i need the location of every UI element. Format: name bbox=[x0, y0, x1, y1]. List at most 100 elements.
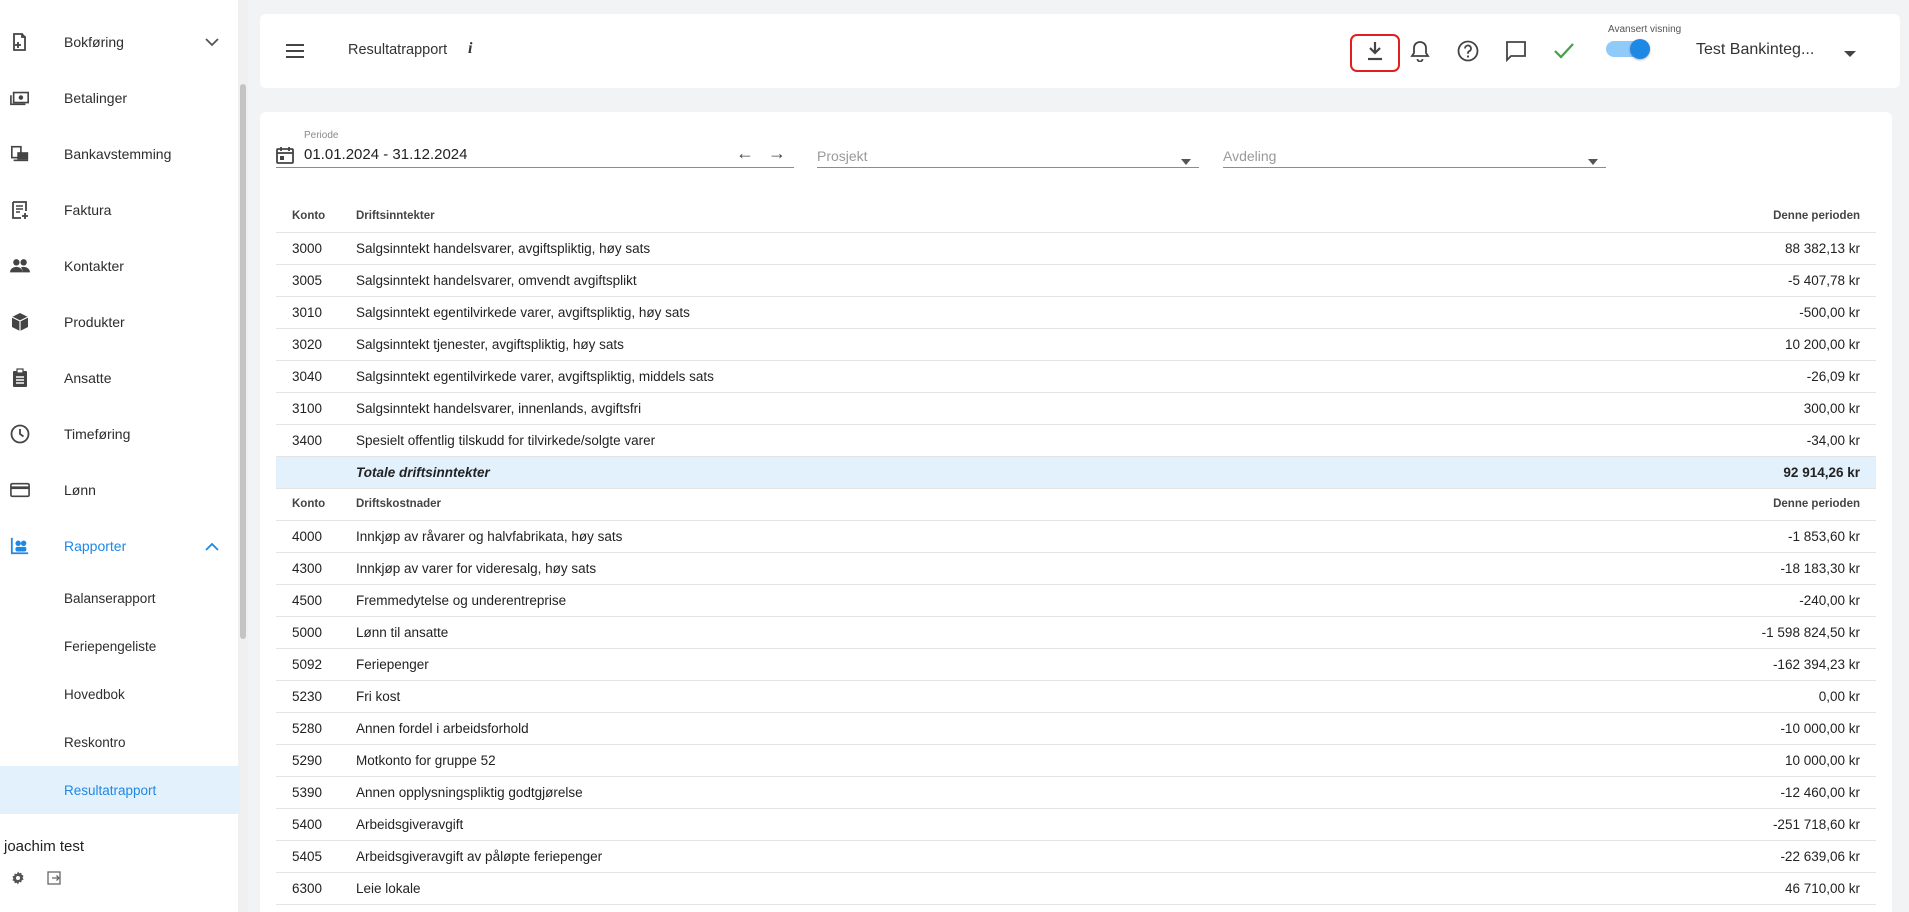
advanced-view-label: Avansert visning bbox=[1608, 24, 1682, 35]
table-row[interactable]: 6300 Leie lokale 46 710,00 kr bbox=[276, 872, 1876, 905]
reports-icon bbox=[10, 536, 30, 556]
sidebar-item-bokforing[interactable]: Bokføring bbox=[0, 14, 240, 70]
table-row[interactable]: 3005 Salgsinntekt handelsvarer, omvendt a… bbox=[276, 264, 1876, 297]
chat-icon[interactable] bbox=[1501, 36, 1531, 66]
account-name: Motkonto for gruppe 52 bbox=[356, 744, 1576, 777]
account-name: Innkjøp av varer for videresalg, høy sat… bbox=[356, 552, 1576, 585]
table-row[interactable]: 5390 Annen opplysningspliktig godtgjørels… bbox=[276, 776, 1876, 809]
account-amount: -22 639,06 kr bbox=[1576, 840, 1876, 873]
sidebar-item-label: Kontakter bbox=[64, 258, 124, 274]
table-row[interactable]: 4500 Fremmedytelse og underentreprise -240… bbox=[276, 584, 1876, 617]
bookkeeping-icon bbox=[10, 32, 30, 52]
department-select[interactable]: Avdeling bbox=[1223, 130, 1606, 168]
sidebar-scrollbar[interactable] bbox=[240, 84, 246, 639]
table-row[interactable]: 5092 Feriepenger -162 394,23 kr bbox=[276, 648, 1876, 681]
account-name: Salgsinntekt handelsvarer, innenlands, a… bbox=[356, 392, 1576, 425]
period-value[interactable]: 01.01.2024 - 31.12.2024 bbox=[304, 146, 467, 163]
account-amount: -251 718,60 kr bbox=[1576, 808, 1876, 841]
sidebar-item-lonn[interactable]: Lønn bbox=[0, 462, 240, 518]
payments-icon bbox=[10, 88, 30, 108]
help-icon[interactable] bbox=[1453, 36, 1483, 66]
sidebar-item-timeforing[interactable]: Timeføring bbox=[0, 406, 240, 462]
sidebar-subitem-resultatrapport[interactable]: Resultatrapport bbox=[0, 766, 240, 814]
table-row[interactable]: 5290 Motkonto for gruppe 52 10 000,00 kr bbox=[276, 744, 1876, 777]
table-row[interactable]: 3040 Salgsinntekt egentilvirkede varer, a… bbox=[276, 360, 1876, 393]
account-name: Spesielt offentlig tilskudd for tilvirke… bbox=[356, 424, 1576, 457]
table-row[interactable]: 5230 Fri kost 0,00 kr bbox=[276, 680, 1876, 713]
table-row[interactable]: 3020 Salgsinntekt tjenester, avgiftsplikt… bbox=[276, 328, 1876, 361]
sidebar: Bokføring Betalinger Bankavstemming Fakt… bbox=[0, 0, 248, 912]
account-name: Leie lokale bbox=[356, 872, 1576, 905]
table-row[interactable]: 5280 Annen fordel i arbeidsforhold -10 000… bbox=[276, 712, 1876, 745]
account-amount: -500,00 kr bbox=[1576, 296, 1876, 329]
chevron-up-icon bbox=[204, 538, 220, 554]
table-row[interactable]: 3100 Salgsinntekt handelsvarer, innenland… bbox=[276, 392, 1876, 425]
account-amount: -26,09 kr bbox=[1576, 360, 1876, 393]
sidebar-subitem-balanserapport[interactable]: Balanserapport bbox=[0, 574, 240, 622]
arrow-left-icon[interactable]: ← bbox=[736, 143, 754, 164]
sidebar-item-label: Betalinger bbox=[64, 90, 128, 106]
sidebar-item-label: Produkter bbox=[64, 314, 125, 330]
checkmark-icon[interactable] bbox=[1549, 36, 1579, 66]
company-selector[interactable]: Test Bankinteg... bbox=[1696, 41, 1814, 59]
hamburger-menu-icon[interactable] bbox=[284, 40, 306, 62]
arrow-right-icon[interactable]: → bbox=[768, 143, 786, 164]
account-amount: -10 000,00 kr bbox=[1576, 712, 1876, 745]
account-name: Salgsinntekt handelsvarer, omvendt avgif… bbox=[356, 264, 1576, 297]
bank-reconciliation-icon bbox=[10, 144, 30, 164]
table-row[interactable]: 4000 Innkjøp av råvarer og halvfabrikata,… bbox=[276, 520, 1876, 553]
account-number: 5092 bbox=[276, 648, 356, 681]
account-amount: -12 460,00 kr bbox=[1576, 776, 1876, 809]
sidebar-subitem-hovedbok[interactable]: Hovedbok bbox=[0, 670, 240, 718]
payroll-card-icon bbox=[10, 480, 30, 500]
sidebar-item-betalinger[interactable]: Betalinger bbox=[0, 70, 240, 126]
logout-icon[interactable] bbox=[46, 870, 62, 886]
sidebar-subitem-feriepengeliste[interactable]: Feriepengeliste bbox=[0, 622, 240, 670]
column-header-konto: Konto bbox=[276, 488, 356, 521]
account-number: 4000 bbox=[276, 520, 356, 553]
sidebar-item-ansatte[interactable]: Ansatte bbox=[0, 350, 240, 406]
products-icon bbox=[10, 312, 30, 332]
account-number: 5400 bbox=[276, 808, 356, 841]
table-row[interactable]: 3400 Spesielt offentlig tilskudd for tilv… bbox=[276, 424, 1876, 457]
sidebar-subitem-reskontro[interactable]: Reskontro bbox=[0, 718, 240, 766]
download-button[interactable] bbox=[1350, 34, 1400, 72]
settings-gear-icon[interactable] bbox=[10, 870, 26, 886]
sidebar-item-faktura[interactable]: Faktura bbox=[0, 182, 240, 238]
account-amount: -34,00 kr bbox=[1576, 424, 1876, 457]
account-number: 5000 bbox=[276, 616, 356, 649]
total-amount: 92 914,26 kr bbox=[1576, 456, 1876, 489]
notifications-bell-icon[interactable] bbox=[1405, 36, 1435, 66]
table-row[interactable]: 3010 Salgsinntekt egentilvirkede varer, a… bbox=[276, 296, 1876, 329]
sidebar-item-label: Lønn bbox=[64, 482, 96, 498]
sidebar-item-rapporter[interactable]: Rapporter bbox=[0, 518, 240, 574]
column-header-konto: Konto bbox=[276, 200, 356, 233]
sidebar-item-bankavstemming[interactable]: Bankavstemming bbox=[0, 126, 240, 182]
calendar-icon[interactable] bbox=[276, 146, 294, 164]
account-amount: 0,00 kr bbox=[1576, 680, 1876, 713]
table-row[interactable]: 5400 Arbeidsgiveravgift -251 718,60 kr bbox=[276, 808, 1876, 841]
chevron-down-icon bbox=[204, 34, 220, 50]
account-name: Annen fordel i arbeidsforhold bbox=[356, 712, 1576, 745]
account-name: Annen opplysningspliktig godtgjørelse bbox=[356, 776, 1576, 809]
sidebar-item-kontakter[interactable]: Kontakter bbox=[0, 238, 240, 294]
table-row[interactable]: 5000 Lønn til ansatte -1 598 824,50 kr bbox=[276, 616, 1876, 649]
table-row[interactable]: 5405 Arbeidsgiveravgift av påløpte feriep… bbox=[276, 840, 1876, 873]
table-row[interactable]: 3000 Salgsinntekt handelsvarer, avgiftspl… bbox=[276, 232, 1876, 265]
account-name: Arbeidsgiveravgift av påløpte feriepenge… bbox=[356, 840, 1576, 873]
account-number: 5390 bbox=[276, 776, 356, 809]
account-number: 3020 bbox=[276, 328, 356, 361]
account-amount: 300,00 kr bbox=[1576, 392, 1876, 425]
total-row: Totale driftsinntekter 92 914,26 kr bbox=[276, 456, 1876, 489]
info-icon[interactable]: i bbox=[468, 40, 472, 58]
download-icon bbox=[1366, 41, 1384, 66]
employees-icon bbox=[10, 368, 30, 388]
account-number: 4300 bbox=[276, 552, 356, 585]
project-select[interactable]: Prosjekt bbox=[817, 130, 1199, 168]
sidebar-item-produkter[interactable]: Produkter bbox=[0, 294, 240, 350]
advanced-view-toggle[interactable] bbox=[1606, 39, 1650, 59]
account-amount: -18 183,30 kr bbox=[1576, 552, 1876, 585]
caret-down-icon[interactable] bbox=[1844, 45, 1856, 57]
period-field[interactable]: Periode 01.01.2024 - 31.12.2024 ← → bbox=[276, 130, 794, 168]
table-row[interactable]: 4300 Innkjøp av varer for videresalg, høy… bbox=[276, 552, 1876, 585]
